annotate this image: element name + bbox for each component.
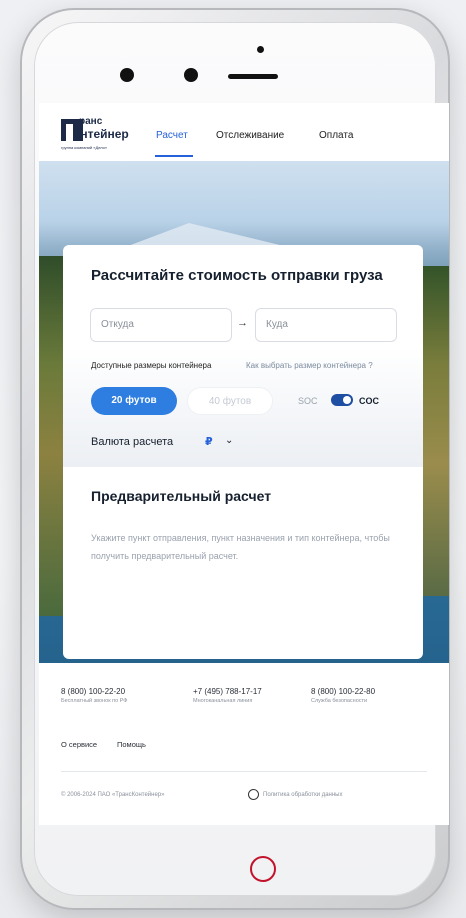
phone-free-desc: Бесплатный звонок по РФ [61,698,128,704]
phone-security[interactable]: 8 (800) 100-22-80 [311,687,375,696]
arrow-right-icon: → [237,317,248,329]
currency-select[interactable]: ₽ [205,435,213,448]
earpiece-speaker [228,74,278,79]
calculator-title: Рассчитайте стоимость отправки груза [91,267,383,284]
logo-line-2: онтейнер [73,127,129,141]
size-20ft-button[interactable]: 20 футов [91,387,177,415]
destination-input[interactable]: Куда [255,308,397,342]
about-link[interactable]: О сервисе [61,740,97,749]
phone-screen: ранс онтейнер группа компаний «Дело» Рас… [39,103,449,825]
nav-calculation[interactable]: Расчет [156,130,188,141]
phone-multichannel-desc: Многоканальная линия [193,698,253,704]
footer-divider [61,771,427,772]
front-camera [120,68,134,82]
forest-right-image [419,266,449,596]
soc-label: SOC [298,396,318,406]
home-button[interactable] [250,856,276,882]
proximity-sensor [257,46,264,53]
phone-multichannel[interactable]: +7 (495) 788-17-17 [193,687,262,696]
chevron-down-icon[interactable]: ⌄ [225,435,233,446]
privacy-policy-icon [248,789,259,800]
size-40ft-button[interactable]: 40 футов [187,387,273,415]
hero-background: Рассчитайте стоимость отправки груза Отк… [39,161,449,663]
calculator-card: Рассчитайте стоимость отправки груза Отк… [63,245,423,467]
privacy-policy-link[interactable]: Политика обработки данных [263,792,343,798]
phone-security-desc: Служба безопасности [311,698,368,704]
container-size-help-link[interactable]: Как выбрать размер контейнера ? [246,361,373,370]
preliminary-title: Предварительный расчет [91,488,272,504]
nav-tracking[interactable]: Отслеживание [216,130,284,141]
container-sizes-label: Доступные размеры контейнера [91,361,212,370]
transcontainer-logo[interactable]: ранс онтейнер группа компаний «Дело» [61,113,145,153]
origin-input[interactable]: Откуда [90,308,232,342]
copyright: © 2006-2024 ПАО «ТрансКонтейнер» [61,792,165,798]
nav-active-indicator [155,155,193,157]
preliminary-card: Предварительный расчет Укажите пункт отп… [63,467,423,659]
site-footer: 8 (800) 100-22-20 Бесплатный звонок по Р… [39,663,449,825]
logo-line-1: ранс [79,116,103,127]
logo-subtitle: группа компаний «Дело» [61,145,108,150]
help-link[interactable]: Помощь [117,740,146,749]
phone-free[interactable]: 8 (800) 100-22-20 [61,687,125,696]
preliminary-text: Укажите пункт отправления, пункт назначе… [91,533,390,561]
site-header: ранс онтейнер группа компаний «Дело» Рас… [39,103,449,161]
currency-label: Валюта расчета [91,436,174,448]
nav-payment[interactable]: Оплата [319,130,353,141]
coc-label: COC [359,396,379,406]
soc-coc-toggle[interactable] [331,394,353,406]
front-sensor [184,68,198,82]
